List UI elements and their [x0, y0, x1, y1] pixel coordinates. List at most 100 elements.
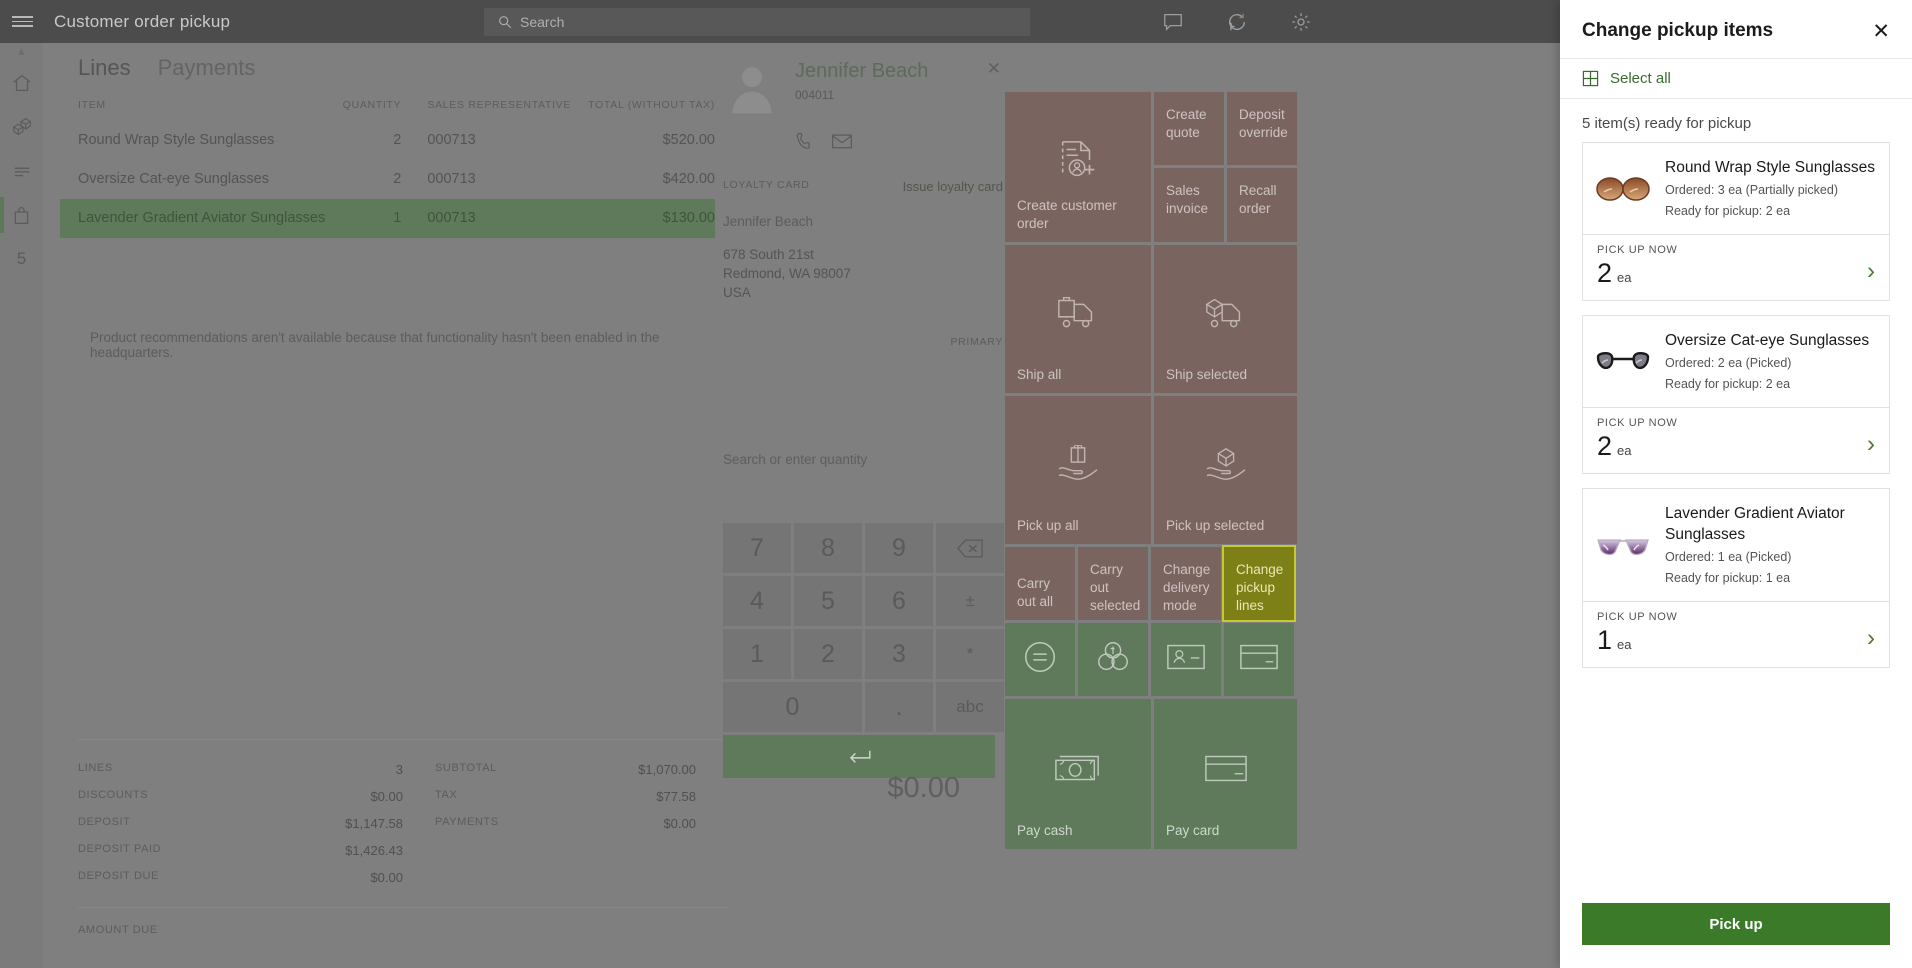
totals-row: DEPOSIT DUE $0.00: [78, 864, 728, 891]
address-line-3: USA: [723, 283, 1003, 302]
tile-create-customer-order[interactable]: Create customer order: [1005, 92, 1151, 242]
sidebar-item-products[interactable]: [0, 105, 43, 149]
chevron-right-icon[interactable]: ›: [1867, 430, 1875, 458]
pickup-item-ordered: Ordered: 3 ea (Partially picked): [1665, 182, 1875, 199]
tile-ship-all[interactable]: Ship all: [1005, 245, 1151, 393]
close-customer-icon[interactable]: ✕: [987, 59, 1001, 79]
change-pickup-items-flyout: Change pickup items ✕ Select all 5 item(…: [1560, 0, 1912, 968]
tile-change-pickup-lines[interactable]: Change pickup lines: [1224, 547, 1294, 620]
table-row[interactable]: Round Wrap Style Sunglasses 2 000713 $52…: [60, 121, 715, 160]
sidebar-item-lines[interactable]: [0, 149, 43, 193]
sidebar-item-home[interactable]: [0, 61, 43, 105]
customer-name: Jennifer Beach: [795, 59, 928, 83]
ship-selected-icon: [1203, 295, 1249, 331]
grid-select-icon: [1582, 70, 1599, 87]
tile-pick-up-selected[interactable]: Pick up selected: [1154, 396, 1297, 544]
tile-ship-selected[interactable]: Ship selected: [1154, 245, 1297, 393]
key-decimal[interactable]: .: [865, 682, 933, 732]
tile-pay-cash[interactable]: Pay cash: [1005, 699, 1151, 849]
key-abc[interactable]: abc: [936, 682, 1004, 732]
tile-carry-out-selected[interactable]: Carry out selected: [1078, 547, 1148, 620]
key-8[interactable]: 8: [794, 523, 862, 573]
key-5[interactable]: 5: [794, 576, 862, 626]
gear-icon[interactable]: [1290, 11, 1312, 33]
totals-value: 3: [258, 762, 403, 777]
tile-label: Deposit override: [1239, 106, 1289, 142]
key-3[interactable]: 3: [865, 629, 933, 679]
search-input[interactable]: Search: [484, 8, 1030, 36]
pickup-now-stepper[interactable]: PICK UP NOW 2ea ›: [1583, 407, 1889, 473]
key-backspace[interactable]: [936, 523, 1004, 573]
key-0[interactable]: 0: [723, 682, 862, 732]
lavender-aviator-sunglasses-icon: [1594, 530, 1652, 560]
pickup-item-card: Round Wrap Style Sunglasses Ordered: 3 e…: [1582, 142, 1890, 301]
tile-sales-invoice[interactable]: Sales invoice: [1154, 168, 1224, 242]
table-row[interactable]: Oversize Cat-eye Sunglasses 2 000713 $42…: [60, 160, 715, 199]
chevron-right-icon[interactable]: ›: [1867, 624, 1875, 652]
table-row-selected[interactable]: Lavender Gradient Aviator Sunglasses 1 0…: [60, 199, 715, 238]
totals-row: DEPOSIT PAID $1,426.43: [78, 837, 728, 864]
pick-up-button[interactable]: Pick up: [1582, 903, 1890, 945]
totals-label: PAYMENTS: [403, 816, 548, 831]
close-icon[interactable]: ✕: [1872, 21, 1890, 42]
tile-label: Pick up selected: [1166, 517, 1289, 535]
tile-label: Pick up all: [1017, 517, 1143, 535]
phone-icon[interactable]: [795, 131, 815, 151]
key-plus-minus[interactable]: ±: [936, 576, 1004, 626]
tab-payments[interactable]: Payments: [158, 55, 256, 85]
quantity-input-hint[interactable]: Search or enter quantity: [723, 452, 867, 467]
issue-loyalty-card-link[interactable]: Issue loyalty card: [903, 179, 1003, 194]
id-card-icon: [1166, 642, 1206, 672]
key-9[interactable]: 9: [865, 523, 933, 573]
ready-for-pickup-count: 5 item(s) ready for pickup: [1560, 99, 1912, 142]
tile-change-delivery-mode[interactable]: Change delivery mode: [1151, 547, 1221, 620]
tile-pay-gift-card[interactable]: [1224, 623, 1294, 696]
select-all-button[interactable]: Select all: [1560, 58, 1912, 99]
tile-pay-customer-account[interactable]: [1151, 623, 1221, 696]
tab-lines[interactable]: Lines: [78, 55, 131, 85]
top-bar-icons: [1162, 0, 1312, 43]
cash-icon: [1054, 752, 1102, 784]
key-7[interactable]: 7: [723, 523, 791, 573]
equals-circle-icon: [1021, 638, 1059, 676]
tile-deposit-override[interactable]: Deposit override: [1227, 92, 1297, 165]
key-asterisk[interactable]: *: [936, 629, 1004, 679]
col-sales-rep: SALES REPRESENTATIVE: [401, 99, 576, 121]
chevron-right-icon[interactable]: ›: [1867, 257, 1875, 285]
totals-label: DEPOSIT DUE: [78, 870, 258, 885]
sidebar-item-cart[interactable]: [0, 193, 43, 237]
key-4[interactable]: 4: [723, 576, 791, 626]
hamburger-menu-icon[interactable]: [0, 0, 44, 43]
tile-total-discount[interactable]: [1005, 623, 1075, 696]
tile-label: Recall order: [1239, 182, 1289, 218]
totals-label: [403, 843, 548, 858]
message-icon[interactable]: [1162, 11, 1184, 33]
sync-icon[interactable]: [1226, 11, 1248, 33]
email-icon[interactable]: [831, 131, 853, 151]
tile-recall-order[interactable]: Recall order: [1227, 168, 1297, 242]
pick-up-now-label: PICK UP NOW: [1597, 611, 1875, 623]
tile-carry-out-all[interactable]: Carry out all: [1005, 547, 1075, 620]
key-2[interactable]: 2: [794, 629, 862, 679]
col-item: ITEM: [60, 99, 325, 121]
key-1[interactable]: 1: [723, 629, 791, 679]
numeric-keypad: 7 8 9 4 5 6 ± 1 2 3 *: [723, 523, 995, 778]
create-customer-order-icon: [1055, 138, 1101, 184]
tile-pay-currency[interactable]: [1078, 623, 1148, 696]
pickup-item-card: Lavender Gradient Aviator Sunglasses Ord…: [1582, 488, 1890, 668]
tile-create-quote[interactable]: Create quote: [1154, 92, 1224, 165]
page-title: Customer order pickup: [54, 12, 230, 32]
tile-pay-card[interactable]: Pay card: [1154, 699, 1297, 849]
cell-sales-rep: 000713: [401, 199, 576, 238]
pickup-now-stepper[interactable]: PICK UP NOW 1ea ›: [1583, 601, 1889, 667]
lines-table: ITEM QUANTITY SALES REPRESENTATIVE TOTAL…: [60, 99, 715, 238]
pickup-item-name: Lavender Gradient Aviator Sunglasses: [1665, 503, 1877, 545]
pickup-now-stepper[interactable]: PICK UP NOW 2ea ›: [1583, 234, 1889, 300]
customer-and-keypad-panel: ✕ Jennifer Beach 004011: [723, 43, 1003, 968]
key-6[interactable]: 6: [865, 576, 933, 626]
tile-pick-up-all[interactable]: Pick up all: [1005, 396, 1151, 544]
totals-value: $0.00: [258, 870, 403, 885]
cell-item: Lavender Gradient Aviator Sunglasses: [60, 199, 325, 238]
ship-all-icon: [1055, 295, 1101, 331]
address-line-2: Redmond, WA 98007: [723, 264, 1003, 283]
